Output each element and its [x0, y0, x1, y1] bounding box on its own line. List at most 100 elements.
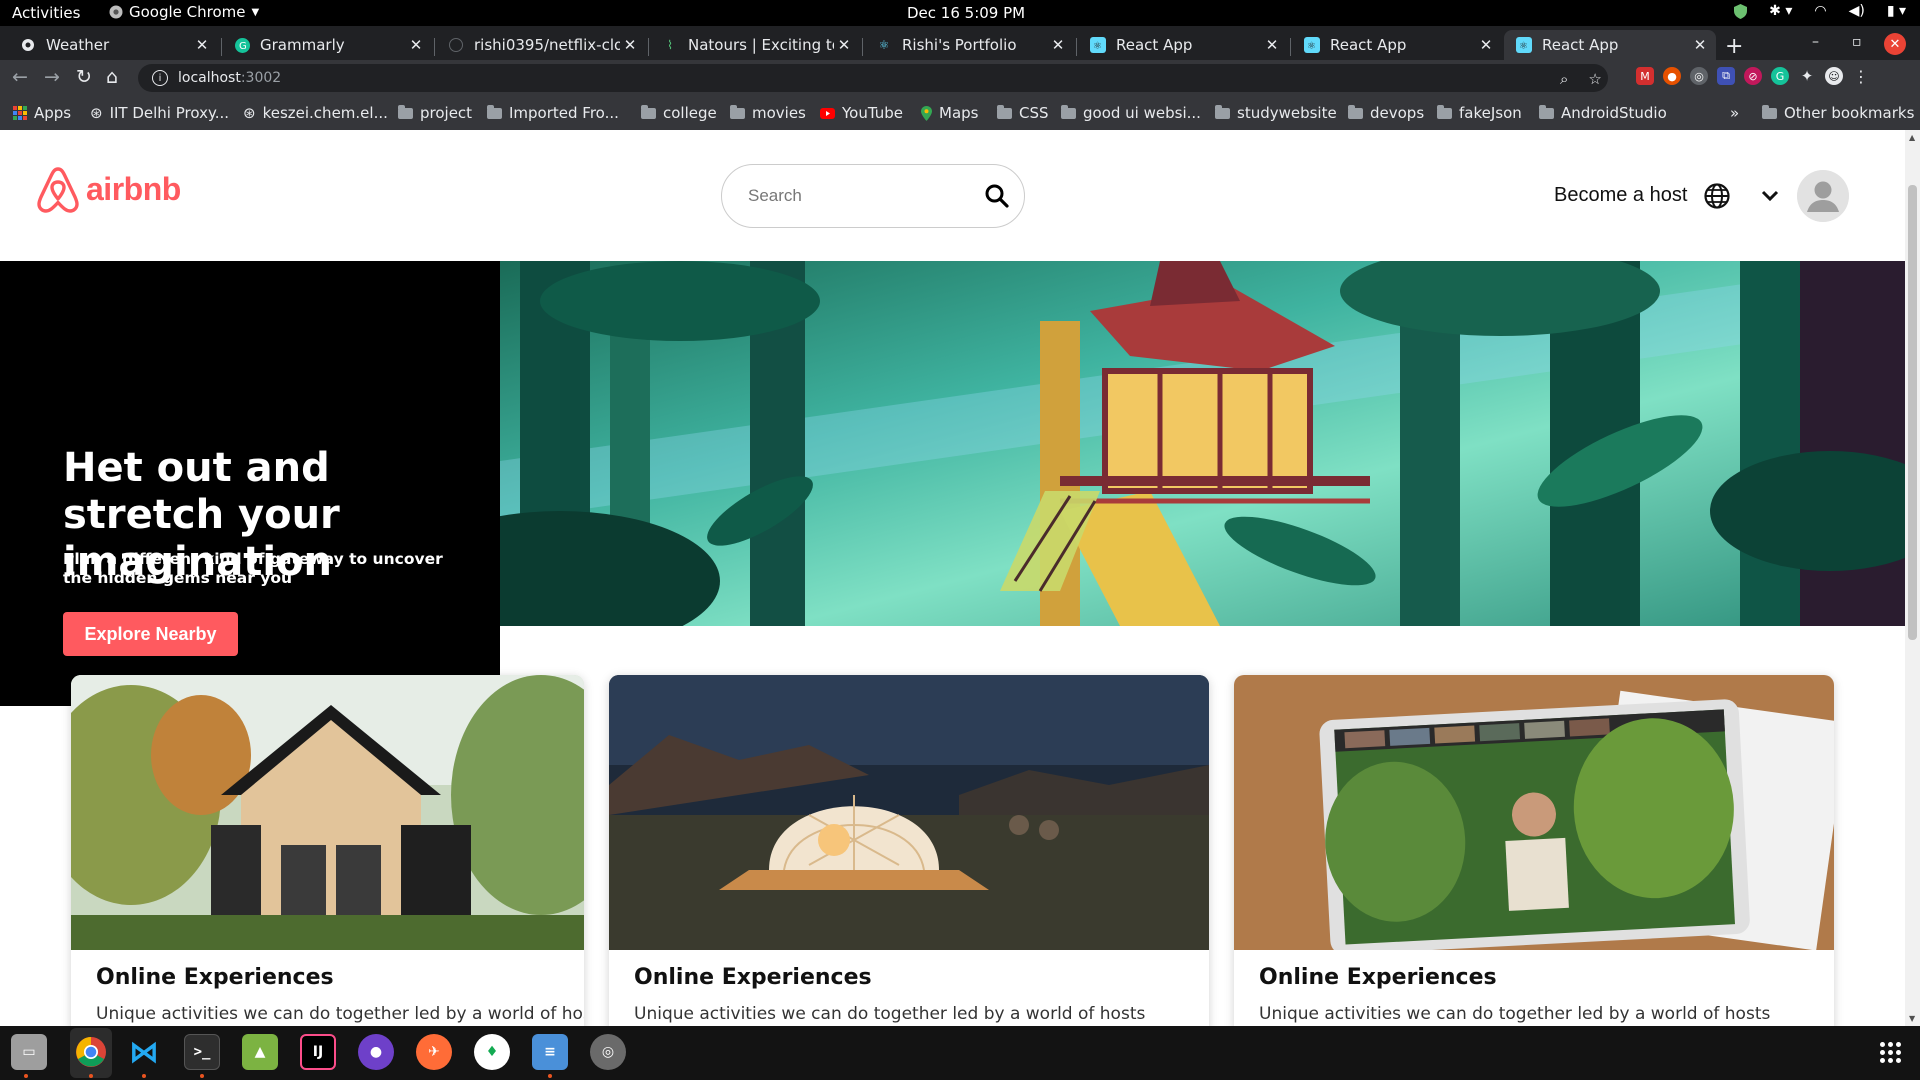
folder-icon	[1539, 104, 1554, 119]
profile-avatar-icon[interactable]: ☺	[1825, 67, 1843, 85]
app-menu[interactable]: Google Chrome ▼	[109, 3, 259, 21]
bookmark-folder-fakejson[interactable]: fakeJson	[1437, 104, 1522, 122]
bookmarks-overflow-button[interactable]: »	[1730, 104, 1739, 122]
tab-grammarly[interactable]: G Grammarly ✕	[222, 30, 432, 60]
wifi-icon[interactable]: ◠	[1814, 3, 1826, 19]
chevron-down-icon: ▼	[251, 6, 260, 18]
bookmark-folder-androidstudio[interactable]: AndroidStudio	[1539, 104, 1667, 122]
more-vert-icon[interactable]: ⋮	[1852, 67, 1870, 86]
address-bar[interactable]: i localhost:3002	[138, 64, 1608, 92]
bookmark-star-icon[interactable]: ☆	[1588, 70, 1601, 88]
restore-button[interactable]: ▫	[1852, 34, 1862, 50]
back-arrow-icon[interactable]: ←	[12, 66, 28, 88]
accessibility-icon[interactable]: ✱ ▾	[1769, 3, 1792, 19]
text-editor-app-icon[interactable]: ≡	[532, 1034, 568, 1070]
bookmark-iit-proxy[interactable]: ⊛ IIT Delhi Proxy...	[90, 104, 229, 122]
extension-target-icon[interactable]: ◎	[1690, 67, 1708, 85]
search-bar[interactable]	[721, 164, 1025, 228]
tab-github[interactable]: rishi0395/netflix-clon ✕	[436, 30, 646, 60]
close-icon[interactable]: ✕	[192, 36, 212, 54]
system-tray[interactable]: ✱ ▾ ◠ ◀) ▮ ▾	[1734, 3, 1906, 19]
disk-utility-app-icon[interactable]: ◎	[590, 1034, 626, 1070]
tab-natours[interactable]: ⌇ Natours | Exciting tou ✕	[650, 30, 860, 60]
close-icon[interactable]: ✕	[1690, 36, 1710, 54]
search-icon[interactable]	[984, 183, 1010, 209]
github-desktop-app-icon[interactable]: ●	[358, 1034, 394, 1070]
activities-button[interactable]: Activities	[12, 4, 80, 22]
scroll-down-arrow-icon[interactable]: ▼	[1909, 1014, 1915, 1023]
svg-text:⚛: ⚛	[1093, 41, 1102, 52]
image-viewer-app-icon[interactable]: ▲	[242, 1034, 278, 1070]
extension-orange-icon[interactable]: ●	[1663, 67, 1681, 85]
bookmark-maps[interactable]: Maps	[921, 104, 978, 122]
experience-card[interactable]: Online Experiences Unique activities we …	[1234, 675, 1834, 1026]
bookmark-keszei[interactable]: ⊛ keszei.chem.el...	[243, 104, 388, 122]
experience-card[interactable]: Online Experiences Unique activities we …	[609, 675, 1209, 1026]
extension-blue-icon[interactable]: ⧉	[1717, 67, 1735, 85]
mongodb-app-icon[interactable]: ♦	[474, 1034, 510, 1070]
show-applications-icon[interactable]	[1880, 1042, 1901, 1063]
bookmark-youtube[interactable]: YouTube	[820, 104, 903, 122]
site-info-icon[interactable]: i	[152, 70, 168, 86]
scroll-up-arrow-icon[interactable]: ▲	[1909, 133, 1915, 142]
user-avatar[interactable]	[1797, 170, 1849, 222]
bookmark-folder-college[interactable]: college	[641, 104, 717, 122]
close-icon[interactable]: ✕	[1476, 36, 1496, 54]
experience-card[interactable]: Online Experiences Unique activities we …	[71, 675, 584, 1026]
tab-portfolio[interactable]: ⚛ Rishi's Portfolio ✕	[864, 30, 1074, 60]
tab-react-app-active[interactable]: ⚛ React App ✕	[1504, 30, 1716, 60]
close-icon[interactable]: ✕	[1262, 36, 1282, 54]
terminal-app-icon[interactable]: >_	[184, 1034, 220, 1070]
battery-icon[interactable]: ▮ ▾	[1887, 3, 1906, 19]
become-host-link[interactable]: Become a host	[1554, 184, 1687, 207]
globe-icon[interactable]	[1703, 182, 1731, 210]
tab-weather[interactable]: Weather ✕	[8, 30, 218, 60]
forward-arrow-icon[interactable]: →	[44, 66, 60, 88]
postman-app-icon[interactable]: ✈	[416, 1034, 452, 1070]
scrollbar-thumb[interactable]	[1908, 185, 1917, 640]
close-icon[interactable]: ✕	[1048, 36, 1068, 54]
chevron-down-icon[interactable]	[1760, 185, 1780, 205]
extension-pink-icon[interactable]: ⊘	[1744, 67, 1762, 85]
extension-red-icon[interactable]: M	[1636, 67, 1654, 85]
minimize-button[interactable]: –	[1812, 34, 1819, 50]
explore-nearby-button[interactable]: Explore Nearby	[63, 612, 238, 656]
tab-divider	[862, 38, 863, 56]
bookmark-folder-imported[interactable]: Imported Fro...	[487, 104, 619, 122]
treehouse-illustration	[500, 261, 1905, 626]
folder-icon	[730, 104, 745, 119]
bookmark-other[interactable]: Other bookmarks	[1762, 104, 1914, 122]
clock[interactable]: Dec 16 5:09 PM	[907, 4, 1025, 22]
chrome-app-icon[interactable]	[73, 1034, 109, 1070]
volume-icon[interactable]: ◀)	[1849, 3, 1865, 19]
bookmark-folder-movies[interactable]: movies	[730, 104, 806, 122]
github-icon	[448, 37, 464, 53]
close-icon[interactable]: ✕	[406, 36, 426, 54]
bookmark-folder-devops[interactable]: devops	[1348, 104, 1424, 122]
files-app-icon[interactable]: ▭	[11, 1034, 47, 1070]
new-tab-button[interactable]: +	[1725, 34, 1743, 59]
browser-toolbar: ← → ↻ ⌂ i localhost:3002 ⌕ ☆	[0, 60, 1920, 97]
search-input[interactable]	[748, 186, 968, 206]
reload-icon[interactable]: ↻	[76, 66, 92, 88]
bookmark-apps[interactable]: Apps	[13, 104, 71, 122]
bookmark-folder-studywebsite[interactable]: studywebsite	[1215, 104, 1337, 122]
shield-icon[interactable]	[1734, 3, 1748, 19]
close-icon[interactable]: ✕	[834, 36, 854, 54]
window-close-button[interactable]: ✕	[1884, 33, 1906, 55]
grammarly-extension-icon[interactable]: G	[1771, 67, 1789, 85]
zoom-icon[interactable]: ⌕	[1560, 70, 1568, 88]
airbnb-logo[interactable]: airbnb	[36, 165, 181, 213]
tab-react-app-2[interactable]: ⚛ React App ✕	[1292, 30, 1502, 60]
home-icon[interactable]: ⌂	[106, 66, 118, 88]
puzzle-icon[interactable]: ✦	[1798, 67, 1816, 85]
bookmark-folder-css[interactable]: CSS	[997, 104, 1049, 122]
page-scrollbar[interactable]: ▲ ▼	[1905, 130, 1920, 1026]
tab-react-app-1[interactable]: ⚛ React App ✕	[1078, 30, 1288, 60]
airbnb-belo-icon	[37, 167, 79, 213]
vscode-app-icon[interactable]: ⋈	[126, 1034, 162, 1070]
bookmark-folder-project[interactable]: project	[398, 104, 472, 122]
intellij-app-icon[interactable]: IJ	[300, 1034, 336, 1070]
close-icon[interactable]: ✕	[620, 36, 640, 54]
bookmark-folder-good-ui[interactable]: good ui websi...	[1061, 104, 1201, 122]
